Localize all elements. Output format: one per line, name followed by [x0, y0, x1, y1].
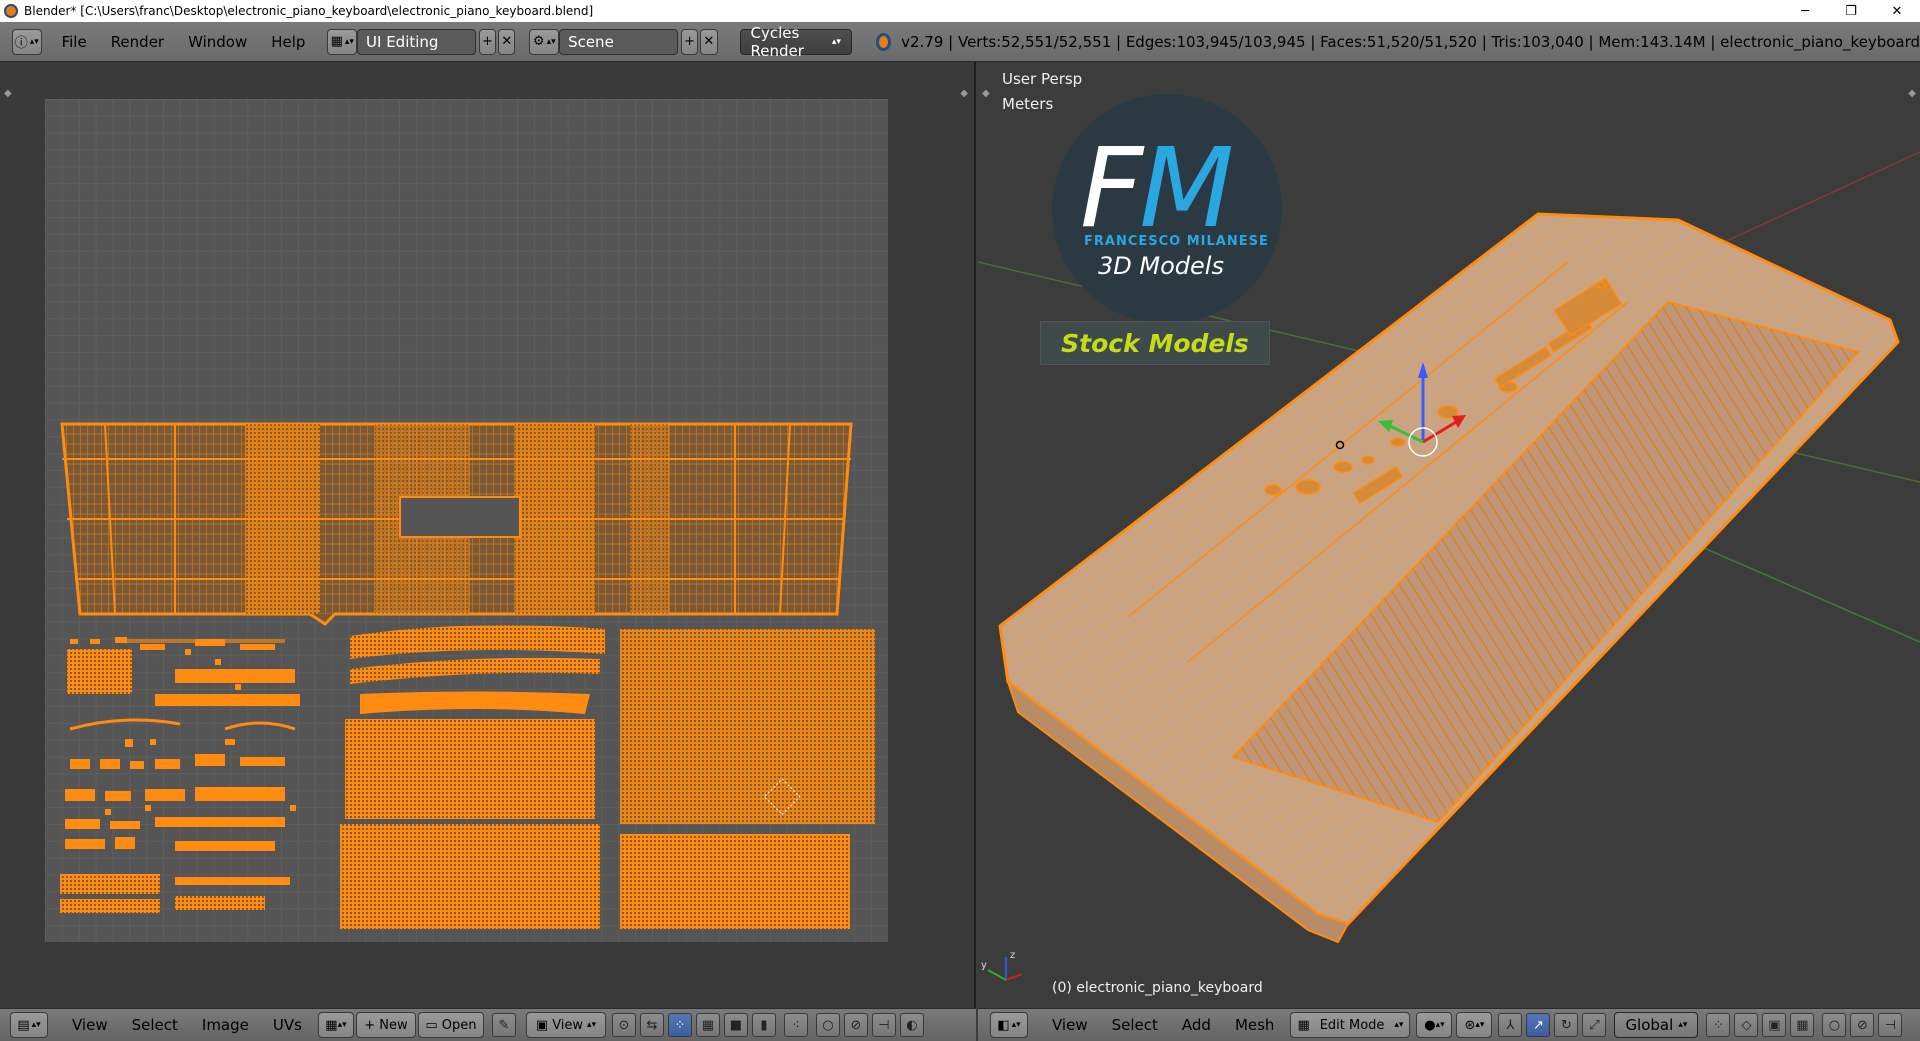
manipulator-toggle-icon[interactable]: ⅄ — [1498, 1013, 1523, 1037]
mode-select[interactable]: ▦ Edit Mode ▴▾ — [1290, 1012, 1411, 1038]
svg-text:z: z — [1010, 950, 1015, 961]
svg-text:y: y — [981, 960, 987, 971]
uv-island-main[interactable] — [60, 422, 853, 626]
logo-subtitle: 3D Models — [1098, 252, 1224, 280]
info-header: ⓘ ▴▾ File Render Window Help ▦ ▴▾ UI Editi… — [0, 22, 1920, 62]
snap-icon[interactable]: ⊘ — [843, 1013, 868, 1037]
mode-label: Edit Mode — [1319, 1017, 1385, 1033]
delete-scene-icon[interactable]: ✕ — [700, 28, 718, 55]
plus-icon: + — [364, 1017, 380, 1033]
region-expand-icon[interactable]: ◆ — [960, 88, 968, 99]
proportional-edit-icon[interactable]: ○ — [815, 1013, 840, 1037]
sync-selection-icon[interactable]: ⇆ — [639, 1013, 664, 1037]
3d-view-header: ◧ ▴▾ View Select Add Mesh ▦ Edit Mode ▴▾ ● ▴… — [978, 1008, 1920, 1041]
rotate-manipulator-icon[interactable]: ↻ — [1554, 1013, 1579, 1037]
editor-type-uv-icon[interactable]: ▤ ▴▾ — [10, 1012, 48, 1038]
3d-menu-view[interactable]: View — [1040, 1012, 1100, 1038]
uv-menu-select[interactable]: Select — [120, 1012, 190, 1038]
uv-editor-header: ▤ ▴▾ View Select Image UVs ▦ ▴▾ + New ▭ Op… — [0, 1008, 976, 1041]
minimize-button[interactable]: ─ — [1782, 0, 1828, 22]
open-image-button[interactable]: ▭ Open — [417, 1012, 484, 1038]
snap-target-icon[interactable]: ⊣ — [871, 1013, 896, 1037]
view-mode-icon: ▣ — [535, 1017, 553, 1033]
logo-letters: FM — [1080, 124, 1234, 252]
uv-islands[interactable] — [45, 99, 888, 942]
edit-mode-icon: ▦ — [1297, 1017, 1310, 1033]
island-select-icon[interactable]: ▮ — [751, 1013, 776, 1037]
stock-models-badge: Stock Models — [1040, 321, 1270, 365]
menu-file[interactable]: File — [50, 29, 99, 55]
pin-icon[interactable]: ✎ — [491, 1013, 516, 1037]
3d-menu-mesh[interactable]: Mesh — [1223, 1012, 1287, 1038]
logo-name: FRANCESCO MILANESE — [1084, 234, 1269, 249]
snap-element-icon[interactable]: ⊣ — [1878, 1013, 1903, 1037]
uv-islands-small[interactable] — [60, 637, 300, 913]
snap-icon[interactable]: ⊘ — [1850, 1013, 1875, 1037]
screen-layout-icon[interactable]: ▦ ▴▾ — [327, 28, 358, 55]
menu-help[interactable]: Help — [259, 29, 317, 55]
vertex-select-icon[interactable]: ⁘ — [667, 1013, 692, 1037]
open-image-label: Open — [441, 1017, 477, 1033]
scene-icon[interactable]: ⚙ ▴▾ — [529, 28, 560, 55]
editor-type-3d-icon[interactable]: ◧ ▴▾ — [990, 1012, 1028, 1038]
add-screen-icon[interactable]: + — [478, 28, 497, 55]
close-button[interactable]: ✕ — [1874, 0, 1920, 22]
3d-menu-add[interactable]: Add — [1170, 1012, 1223, 1038]
pivot-icon[interactable]: ⊙ — [611, 1013, 636, 1037]
window-controls: ─ ❐ ✕ — [1782, 0, 1920, 22]
window-title: Blender* [C:\Users\franc\Desktop\electro… — [24, 4, 594, 18]
editor-type-info-icon[interactable]: ⓘ ▴▾ — [12, 28, 42, 55]
active-object-label: (0) electronic_piano_keyboard — [1052, 980, 1263, 996]
uv-menu-image[interactable]: Image — [190, 1012, 261, 1038]
menu-window[interactable]: Window — [176, 29, 259, 55]
scene-field[interactable]: Scene — [559, 28, 678, 55]
view-mode-label: View — [552, 1017, 584, 1033]
render-engine-label: Cycles Render — [750, 23, 804, 60]
restore-button[interactable]: ❐ — [1828, 0, 1874, 22]
uv-islands-middle[interactable] — [340, 625, 605, 929]
chevron-updown-icon: ▴▾ — [831, 36, 841, 47]
new-image-button[interactable]: + New — [355, 1012, 416, 1038]
3d-menu-select[interactable]: Select — [1100, 1012, 1170, 1038]
blender-logo-icon — [4, 4, 18, 18]
uv-menu-view[interactable]: View — [60, 1012, 120, 1038]
uv-image-editor[interactable]: ◆ ◆ — [0, 62, 976, 1008]
proportional-edit-icon[interactable]: ○ — [1822, 1013, 1847, 1037]
sticky-select-icon[interactable]: ⁖ — [783, 1013, 808, 1037]
pivot-point-select[interactable]: ⊛ ▴▾ — [1456, 1012, 1493, 1038]
render-engine-select[interactable]: Cycles Render ▴▾ — [739, 24, 852, 60]
region-expand-icon[interactable]: ◆ — [4, 88, 12, 99]
screen-layout-field[interactable]: UI Editing — [357, 28, 476, 55]
viewport-shading-select[interactable]: ● ▴▾ — [1416, 1012, 1453, 1038]
edge-select-icon[interactable]: ▦ — [695, 1013, 720, 1037]
translate-manipulator-icon[interactable]: ↗ — [1526, 1013, 1551, 1037]
orientation-label: Global — [1625, 1016, 1674, 1034]
3d-viewport[interactable]: ◆ ◆ User Persp Meters z y FM FRANCESCO M… — [978, 62, 1920, 1008]
blender-logo-icon — [875, 32, 892, 51]
uv-islands-right[interactable] — [620, 629, 875, 929]
transform-orientation-select[interactable]: Global ▴▾ — [1614, 1012, 1699, 1038]
uv-menu-uvs[interactable]: UVs — [261, 1012, 314, 1038]
scene-statistics: v2.79 | Verts:52,551/52,551 | Edges:103,… — [901, 32, 1920, 51]
menu-render[interactable]: Render — [99, 29, 176, 55]
view-mode-select[interactable]: ▣ View ▴▾ — [525, 1012, 606, 1038]
new-image-label: New — [379, 1017, 408, 1033]
vertex-select-mode-icon[interactable]: ⁘ — [1706, 1013, 1731, 1037]
occlude-geometry-icon[interactable]: ▦ — [1790, 1013, 1815, 1037]
window-titlebar: Blender* [C:\Users\franc\Desktop\electro… — [0, 0, 1920, 22]
watermark-logo: FM FRANCESCO MILANESE 3D Models Stock Mo… — [1040, 94, 1282, 384]
folder-icon: ▭ — [425, 1017, 442, 1033]
add-scene-icon[interactable]: + — [680, 28, 699, 55]
image-browse-icon[interactable]: ▦ ▴▾ — [317, 1012, 354, 1038]
delete-screen-icon[interactable]: ✕ — [498, 28, 516, 55]
uv-grid-canvas[interactable] — [45, 99, 888, 942]
view-axis-icon: z y — [981, 950, 1023, 981]
face-select-icon[interactable]: ■ — [723, 1013, 748, 1037]
face-select-mode-icon[interactable]: ▣ — [1762, 1013, 1787, 1037]
display-channels-icon[interactable]: ◐ — [899, 1013, 924, 1037]
edge-select-mode-icon[interactable]: ◇ — [1734, 1013, 1759, 1037]
scale-manipulator-icon[interactable]: ⤢ — [1582, 1013, 1607, 1037]
